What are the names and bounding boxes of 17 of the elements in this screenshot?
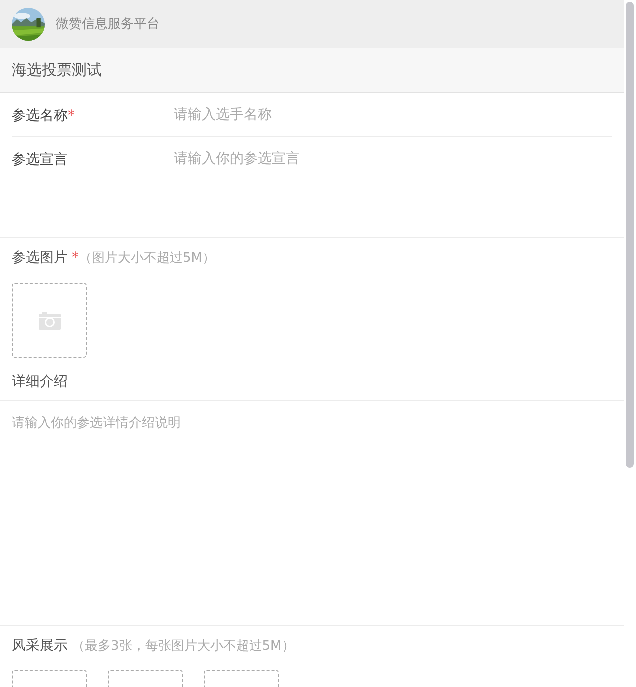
gallery-label: 风采展示 <box>12 637 68 655</box>
field-label: 参选宣言 <box>12 152 68 168</box>
camera-icon <box>38 312 60 330</box>
intro-label: 详细介绍 <box>12 373 69 392</box>
scrollbar[interactable] <box>626 2 634 468</box>
page-title: 海选投票测试 <box>12 60 102 80</box>
photo-label: 参选图片 <box>12 249 68 267</box>
declaration-input[interactable]: 请输入你的参选宣言 <box>174 150 624 230</box>
upload-button[interactable] <box>12 283 87 358</box>
required-mark: * <box>68 108 75 124</box>
platform-title: 微赞信息服务平台 <box>56 16 160 33</box>
field-label: 参选名称 <box>12 108 68 124</box>
required-mark: * <box>72 250 79 266</box>
intro-input[interactable]: 请输入你的参选详情介绍说明 <box>0 400 624 626</box>
gallery-hint: （最多3张，每张图片大小不超过5M） <box>72 638 295 655</box>
name-input[interactable]: 请输入选手名称 <box>174 106 612 125</box>
size-hint: （图片大小不超过5M） <box>79 250 216 267</box>
